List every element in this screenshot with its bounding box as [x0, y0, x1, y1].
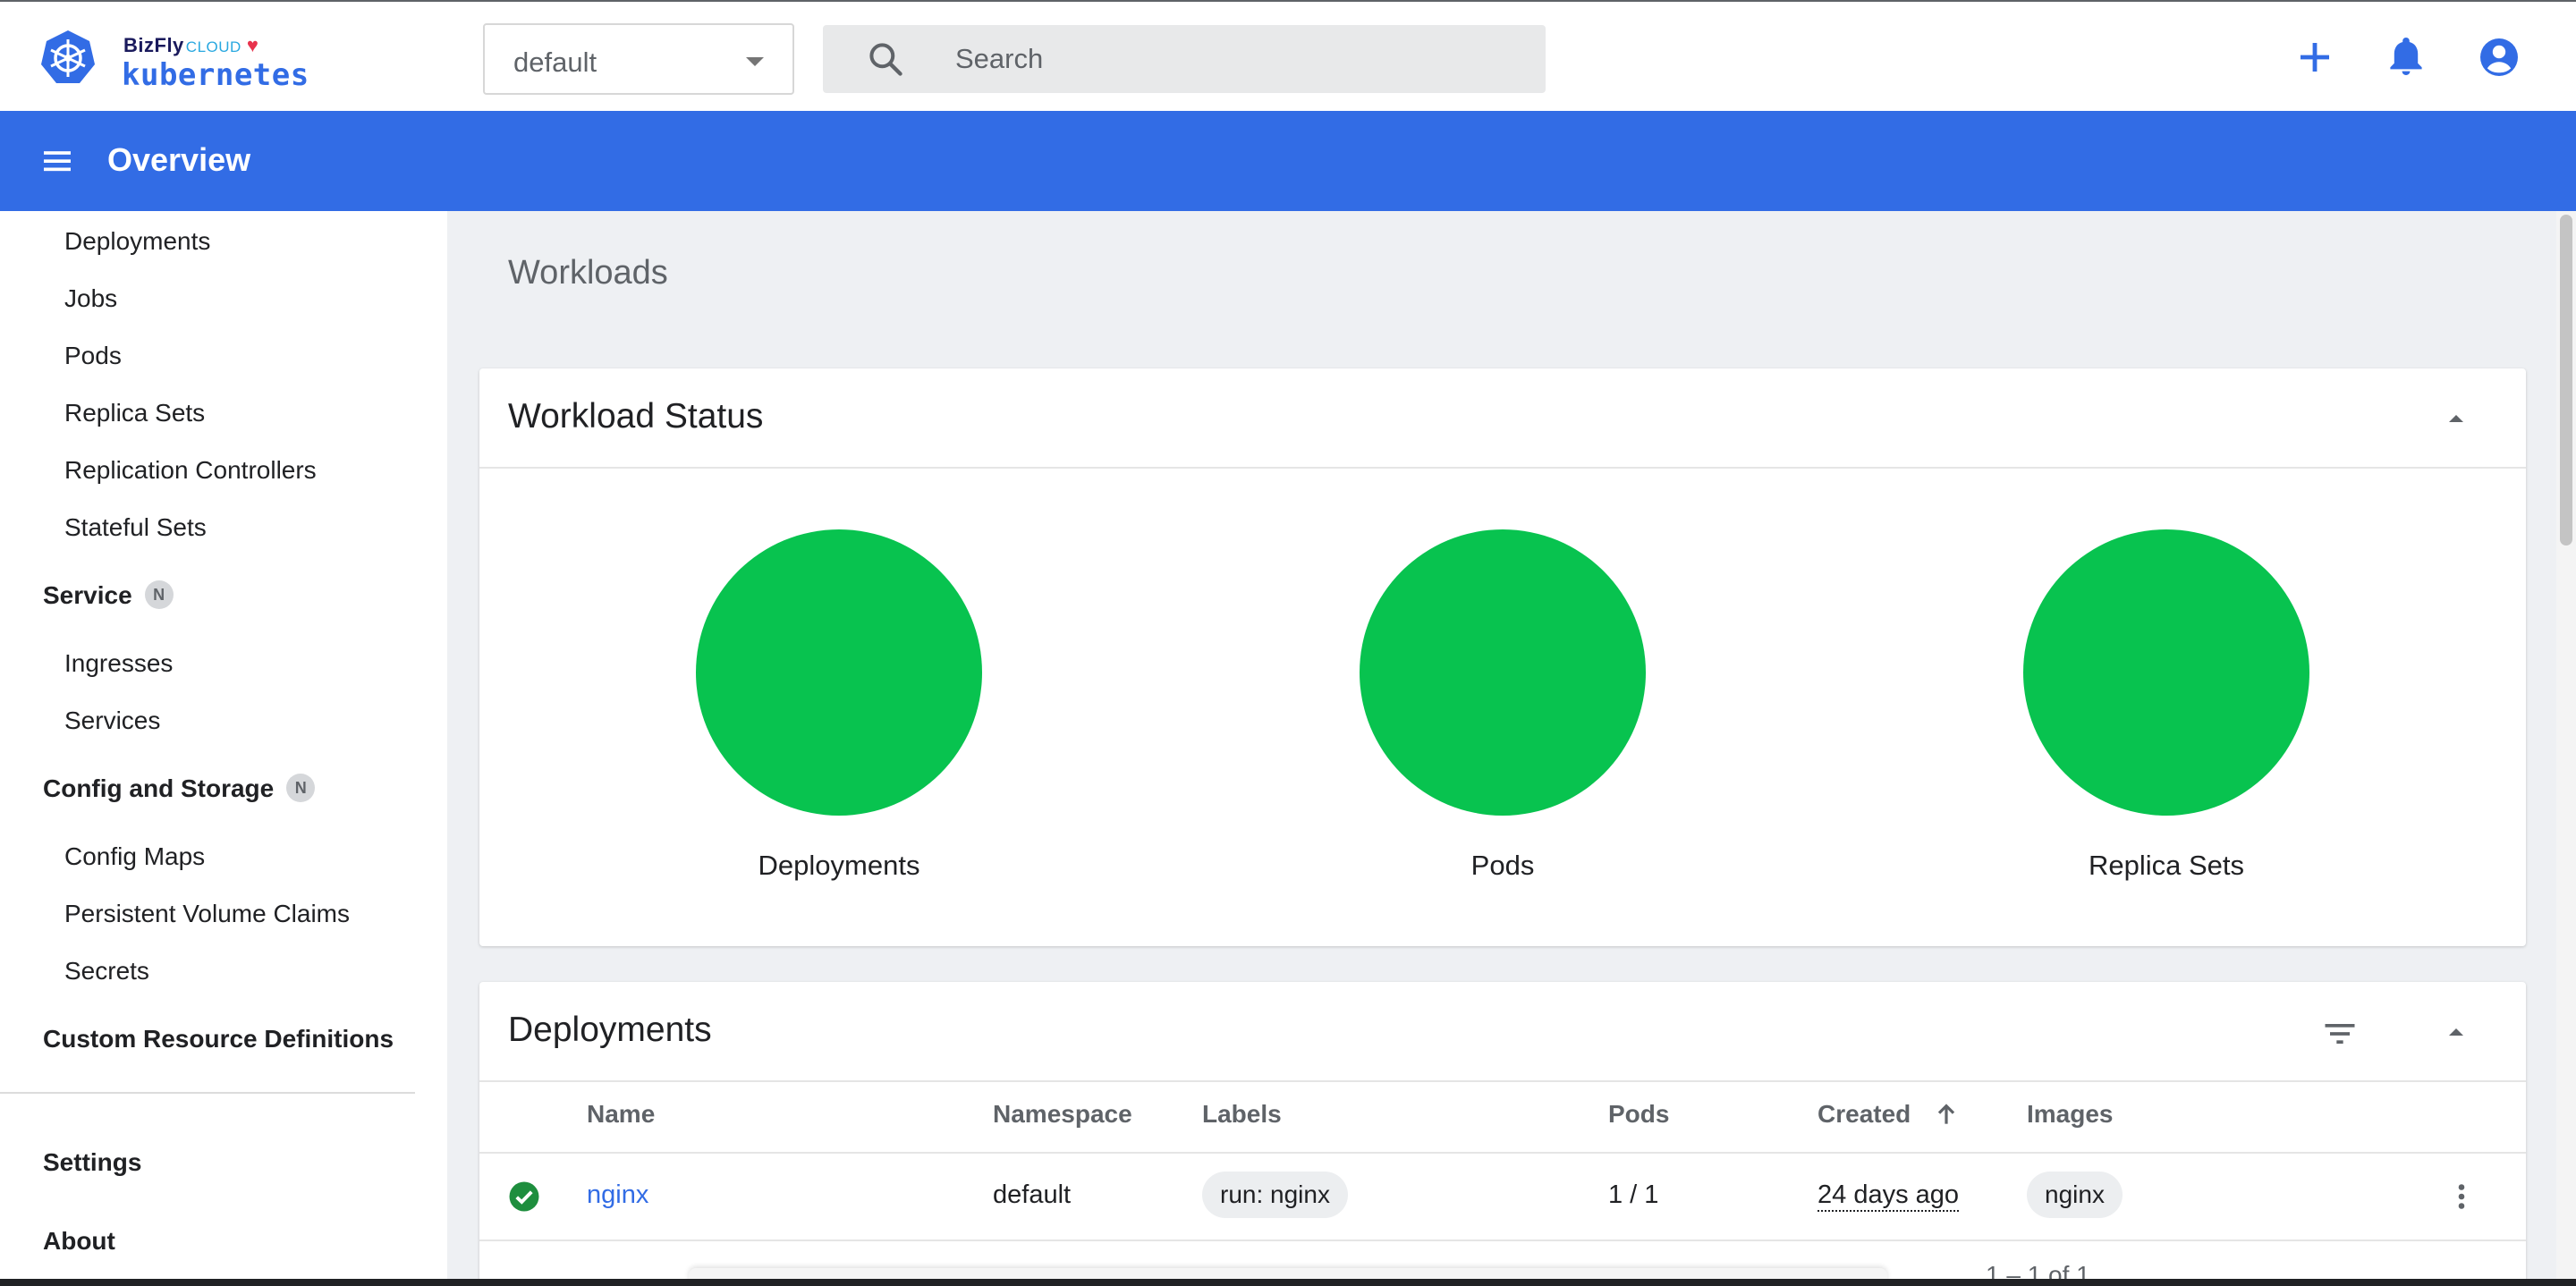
- account-icon[interactable]: [2478, 36, 2521, 79]
- sidebar-item-persistent-volume-claims[interactable]: Persistent Volume Claims: [64, 900, 350, 928]
- more-vert-icon[interactable]: [2445, 1180, 2478, 1213]
- deployments-card: Deployments Name Namespace Labels Pods C…: [479, 982, 2526, 1286]
- sidebar-item-deployments[interactable]: Deployments: [64, 227, 210, 256]
- column-header-name[interactable]: Name: [587, 1100, 655, 1129]
- chevron-up-icon[interactable]: [2442, 1018, 2470, 1046]
- search-input[interactable]: [955, 36, 1510, 82]
- workload-status-card: Workload Status Deployments Pods Replica…: [479, 368, 2526, 946]
- status-deployments[interactable]: Deployments: [687, 529, 991, 882]
- namespaced-badge: N: [286, 773, 316, 802]
- label-chip: run: nginx: [1202, 1172, 1348, 1218]
- status-label: Pods: [1470, 850, 1535, 881]
- namespaced-badge: N: [144, 580, 174, 609]
- sidebar-item-replica-sets[interactable]: Replica Sets: [64, 399, 205, 427]
- sidebar-category-label: Config and Storage: [43, 774, 275, 802]
- top-bar: BizFly CLOUD ♥ kubernetes default: [0, 0, 2576, 111]
- card-title: Deployments: [508, 1011, 712, 1049]
- image-chip: nginx: [2027, 1172, 2123, 1218]
- bell-icon[interactable]: [2385, 36, 2428, 79]
- sidebar-nav: Deployments Jobs Pods Replica Sets Repli…: [0, 211, 447, 1286]
- status-label: Deployments: [758, 850, 920, 881]
- page-scrollbar[interactable]: [2556, 211, 2576, 1286]
- sidebar-item-services[interactable]: Services: [64, 706, 160, 735]
- filter-icon[interactable]: [2320, 1014, 2360, 1053]
- status-pie-chart: [2023, 529, 2309, 816]
- chevron-up-icon[interactable]: [2442, 404, 2470, 433]
- brand-product: kubernetes: [122, 57, 309, 93]
- sidebar-item-jobs[interactable]: Jobs: [64, 284, 117, 313]
- column-header-pods: Pods: [1608, 1100, 1670, 1128]
- card-header: Workload Status: [479, 368, 2526, 469]
- sidebar-item-custom-resource-definitions[interactable]: Custom Resource Definitions: [43, 1025, 394, 1053]
- status-replica-sets[interactable]: Replica Sets: [2014, 529, 2318, 882]
- scrollbar-thumb[interactable]: [2560, 215, 2572, 546]
- window-bottom-edge: [0, 1279, 2576, 1286]
- sidebar-category-label: Service: [43, 581, 132, 609]
- column-header-created[interactable]: Created: [1818, 1100, 1955, 1129]
- heart-icon: ♥: [246, 34, 259, 56]
- card-header: Deployments: [479, 982, 2526, 1082]
- status-pie-chart: [696, 529, 982, 816]
- sidebar-divider: [0, 1092, 415, 1094]
- deployment-namespace: default: [993, 1180, 1072, 1209]
- sidebar-item-ingresses[interactable]: Ingresses: [64, 649, 173, 678]
- sidebar-item-config-maps[interactable]: Config Maps: [64, 842, 205, 871]
- page-toolbar: Overview: [0, 111, 2576, 211]
- sidebar-item-secrets[interactable]: Secrets: [64, 957, 149, 986]
- sidebar-category-config-storage[interactable]: Config and Storage N: [43, 773, 316, 805]
- search-icon: [869, 43, 902, 76]
- check-circle-icon: [509, 1181, 539, 1212]
- sidebar-item-stateful-sets[interactable]: Stateful Sets: [64, 513, 207, 542]
- status-label: Replica Sets: [2088, 850, 2245, 881]
- menu-icon[interactable]: [39, 143, 75, 179]
- namespace-value: default: [513, 47, 597, 78]
- table-divider: [479, 1239, 2526, 1241]
- table-divider: [479, 1152, 2526, 1154]
- deployment-pods: 1 / 1: [1608, 1180, 1659, 1209]
- card-title: Workload Status: [508, 397, 764, 436]
- sidebar-item-settings[interactable]: Settings: [43, 1148, 141, 1177]
- namespace-select[interactable]: default: [483, 23, 794, 95]
- sort-arrow-up-icon[interactable]: [1932, 1100, 1961, 1129]
- column-header-namespace[interactable]: Namespace: [993, 1100, 1132, 1129]
- chevron-down-icon: [746, 57, 764, 66]
- page-title: Overview: [107, 141, 251, 178]
- brand-company: BizFly CLOUD ♥: [123, 34, 259, 56]
- search-bar[interactable]: [823, 25, 1546, 93]
- column-header-images: Images: [2027, 1100, 2114, 1128]
- sidebar-category-service[interactable]: Service N: [43, 580, 174, 612]
- deployment-created: 24 days ago: [1818, 1180, 1960, 1212]
- column-header-label: Created: [1818, 1100, 1911, 1128]
- status-pods[interactable]: Pods: [1351, 529, 1655, 882]
- sidebar-item-about[interactable]: About: [43, 1227, 115, 1256]
- deployment-name-link[interactable]: nginx: [587, 1180, 648, 1210]
- section-heading: Workloads: [508, 254, 668, 292]
- status-pie-chart: [1360, 529, 1646, 816]
- add-icon[interactable]: [2293, 36, 2336, 79]
- column-header-labels: Labels: [1202, 1100, 1282, 1128]
- sidebar-item-replication-controllers[interactable]: Replication Controllers: [64, 456, 317, 485]
- kubernetes-logo-icon[interactable]: [39, 29, 97, 86]
- sidebar-item-pods[interactable]: Pods: [64, 342, 122, 370]
